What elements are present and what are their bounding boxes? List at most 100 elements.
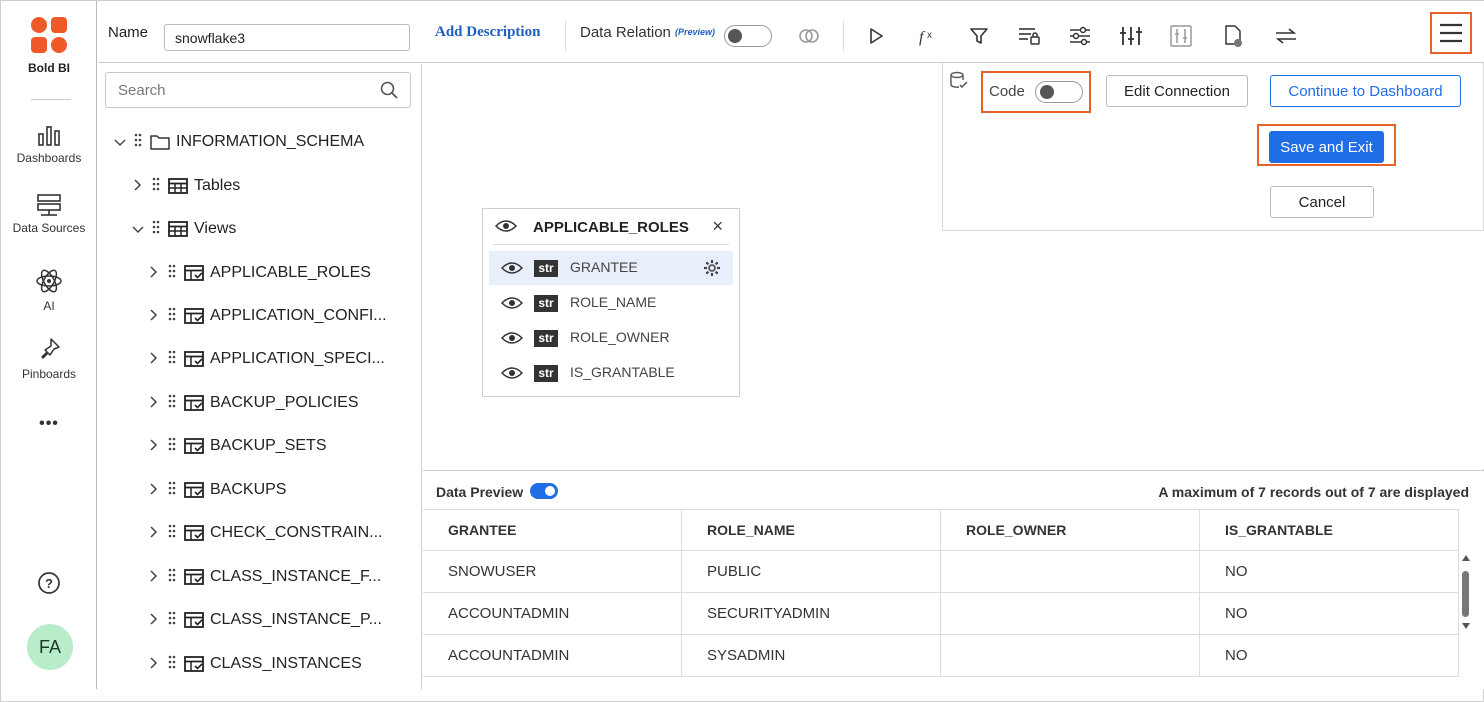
- chevron-right-icon[interactable]: [146, 612, 162, 628]
- drag-handle-icon[interactable]: [152, 176, 162, 197]
- grid-header-cell[interactable]: IS_GRANTABLE: [1200, 510, 1459, 550]
- eye-icon[interactable]: [500, 260, 524, 279]
- chevron-right-icon[interactable]: [146, 656, 162, 672]
- eye-icon[interactable]: [500, 295, 524, 314]
- tree-schema[interactable]: INFORMATION_SCHEMA: [112, 130, 364, 154]
- hamburger-menu-button[interactable]: [1430, 12, 1472, 54]
- column-item[interactable]: str ROLE_OWNER: [489, 321, 733, 355]
- grid-header-cell[interactable]: GRANTEE: [423, 510, 682, 550]
- tree-item-view[interactable]: BACKUP_POLICIES: [146, 391, 359, 415]
- tree-item-view[interactable]: APPLICABLE_ROLES: [146, 261, 371, 285]
- chevron-right-icon[interactable]: [146, 351, 162, 367]
- column-item[interactable]: str IS_GRANTABLE: [489, 356, 733, 390]
- data-relation-toggle[interactable]: [724, 25, 772, 47]
- chevron-right-icon[interactable]: [146, 395, 162, 411]
- continue-to-dashboard-button[interactable]: Continue to Dashboard: [1270, 75, 1461, 107]
- toggle-knob: [1040, 85, 1054, 99]
- drag-handle-icon[interactable]: [168, 349, 178, 370]
- parameter-icon[interactable]: [1016, 23, 1042, 49]
- chevron-right-icon[interactable]: [146, 265, 162, 281]
- table-card-header: APPLICABLE_ROLES ×: [493, 209, 729, 245]
- name-input[interactable]: [164, 24, 410, 51]
- tree-item-view[interactable]: BACKUPS: [146, 478, 286, 502]
- data-status-icon[interactable]: [1220, 23, 1246, 49]
- cancel-button[interactable]: Cancel: [1270, 186, 1374, 218]
- scroll-down-icon[interactable]: [1462, 623, 1470, 629]
- chevron-right-icon[interactable]: [146, 482, 162, 498]
- tree-item-view[interactable]: APPLICATION_SPECI...: [146, 347, 385, 371]
- chevron-down-icon[interactable]: [130, 222, 146, 237]
- help-button[interactable]: ?: [1, 571, 97, 599]
- nav-item-data-sources[interactable]: Data Sources: [1, 193, 97, 235]
- drag-handle-icon[interactable]: [168, 393, 178, 414]
- data-preview-toggle[interactable]: [530, 483, 558, 499]
- drag-handle-icon[interactable]: [168, 610, 178, 631]
- drag-handle-icon[interactable]: [168, 263, 178, 284]
- column-name: IS_GRANTABLE: [570, 364, 675, 380]
- code-toggle[interactable]: [1035, 81, 1083, 103]
- chevron-right-icon[interactable]: [146, 569, 162, 585]
- nav-item-pinboards[interactable]: Pinboards: [1, 337, 97, 381]
- chevron-down-icon[interactable]: [112, 135, 128, 150]
- columns-adjust-icon[interactable]: [1118, 23, 1144, 49]
- scroll-up-icon[interactable]: [1462, 555, 1470, 561]
- eye-icon[interactable]: [500, 330, 524, 349]
- chevron-right-icon[interactable]: [146, 308, 162, 324]
- drag-handle-icon[interactable]: [168, 436, 178, 457]
- record-count-info: A maximum of 7 records out of 7 are disp…: [1158, 484, 1469, 500]
- brand-logo[interactable]: Bold BI: [1, 15, 97, 75]
- grid-header-cell[interactable]: ROLE_NAME: [682, 510, 941, 550]
- more-icon[interactable]: •••: [1, 415, 97, 433]
- table-card-title: APPLICABLE_ROLES: [533, 219, 689, 236]
- tree-label: Views: [194, 220, 237, 237]
- data-preview-label: Data Preview: [436, 484, 524, 500]
- tree-item-view[interactable]: CLASS_INSTANCES: [146, 652, 362, 676]
- gear-icon[interactable]: [703, 259, 721, 280]
- tree-item-view[interactable]: BACKUP_SETS: [146, 434, 326, 458]
- settings-sliders-icon[interactable]: [1067, 23, 1093, 49]
- tree-item-view[interactable]: APPLICATION_CONFI...: [146, 304, 387, 328]
- column-item[interactable]: str GRANTEE: [489, 251, 733, 285]
- chevron-right-icon[interactable]: [146, 438, 162, 454]
- eye-icon[interactable]: [495, 218, 517, 234]
- edit-connection-button[interactable]: Edit Connection: [1106, 75, 1248, 107]
- column-item[interactable]: str ROLE_NAME: [489, 286, 733, 320]
- scrollbar-thumb[interactable]: [1462, 571, 1469, 617]
- svg-text:?: ?: [45, 576, 53, 591]
- drag-handle-icon[interactable]: [134, 132, 144, 153]
- table-row: ACCOUNTADMIN SYSADMIN NO: [423, 635, 1459, 677]
- drag-handle-icon[interactable]: [168, 306, 178, 327]
- chevron-right-icon[interactable]: [130, 178, 146, 194]
- drag-handle-icon[interactable]: [168, 567, 178, 588]
- filter-icon[interactable]: [966, 23, 992, 49]
- nav-item-dashboards[interactable]: Dashboards: [1, 125, 97, 165]
- eye-icon[interactable]: [500, 365, 524, 384]
- drag-handle-icon[interactable]: [168, 480, 178, 501]
- tree-folder-tables[interactable]: Tables: [130, 174, 240, 198]
- tree-folder-views[interactable]: Views: [130, 217, 236, 241]
- join-icon[interactable]: [796, 23, 822, 49]
- swap-icon[interactable]: [1273, 23, 1299, 49]
- vertical-scrollbar[interactable]: [1461, 551, 1471, 686]
- drag-handle-icon[interactable]: [168, 654, 178, 675]
- drag-handle-icon[interactable]: [168, 523, 178, 544]
- tree-item-view[interactable]: CLASS_INSTANCE_F...: [146, 565, 381, 589]
- tree-item-view[interactable]: CLASS_INSTANCE_P...: [146, 608, 382, 632]
- drag-handle-icon[interactable]: [152, 219, 162, 240]
- column-setting-icon[interactable]: [1168, 23, 1194, 49]
- search-input[interactable]: [106, 73, 366, 107]
- chevron-right-icon[interactable]: [146, 525, 162, 541]
- pin-icon: [41, 338, 60, 359]
- nav-item-ai[interactable]: AI: [1, 267, 97, 313]
- avatar[interactable]: FA: [27, 624, 73, 670]
- add-description-link[interactable]: Add Description: [435, 1, 540, 63]
- save-and-exit-button[interactable]: Save and Exit: [1269, 131, 1384, 163]
- tree-item-view[interactable]: CHECK_CONSTRAIN...: [146, 521, 382, 545]
- grid-header-cell[interactable]: ROLE_OWNER: [941, 510, 1200, 550]
- help-icon: ?: [38, 572, 60, 594]
- search-icon[interactable]: [380, 81, 398, 99]
- table-card[interactable]: APPLICABLE_ROLES × str GRANTEE str ROLE_NAM…: [482, 208, 740, 397]
- run-icon[interactable]: [863, 23, 889, 49]
- close-icon[interactable]: ×: [712, 216, 723, 237]
- expression-icon[interactable]: fx: [915, 23, 941, 49]
